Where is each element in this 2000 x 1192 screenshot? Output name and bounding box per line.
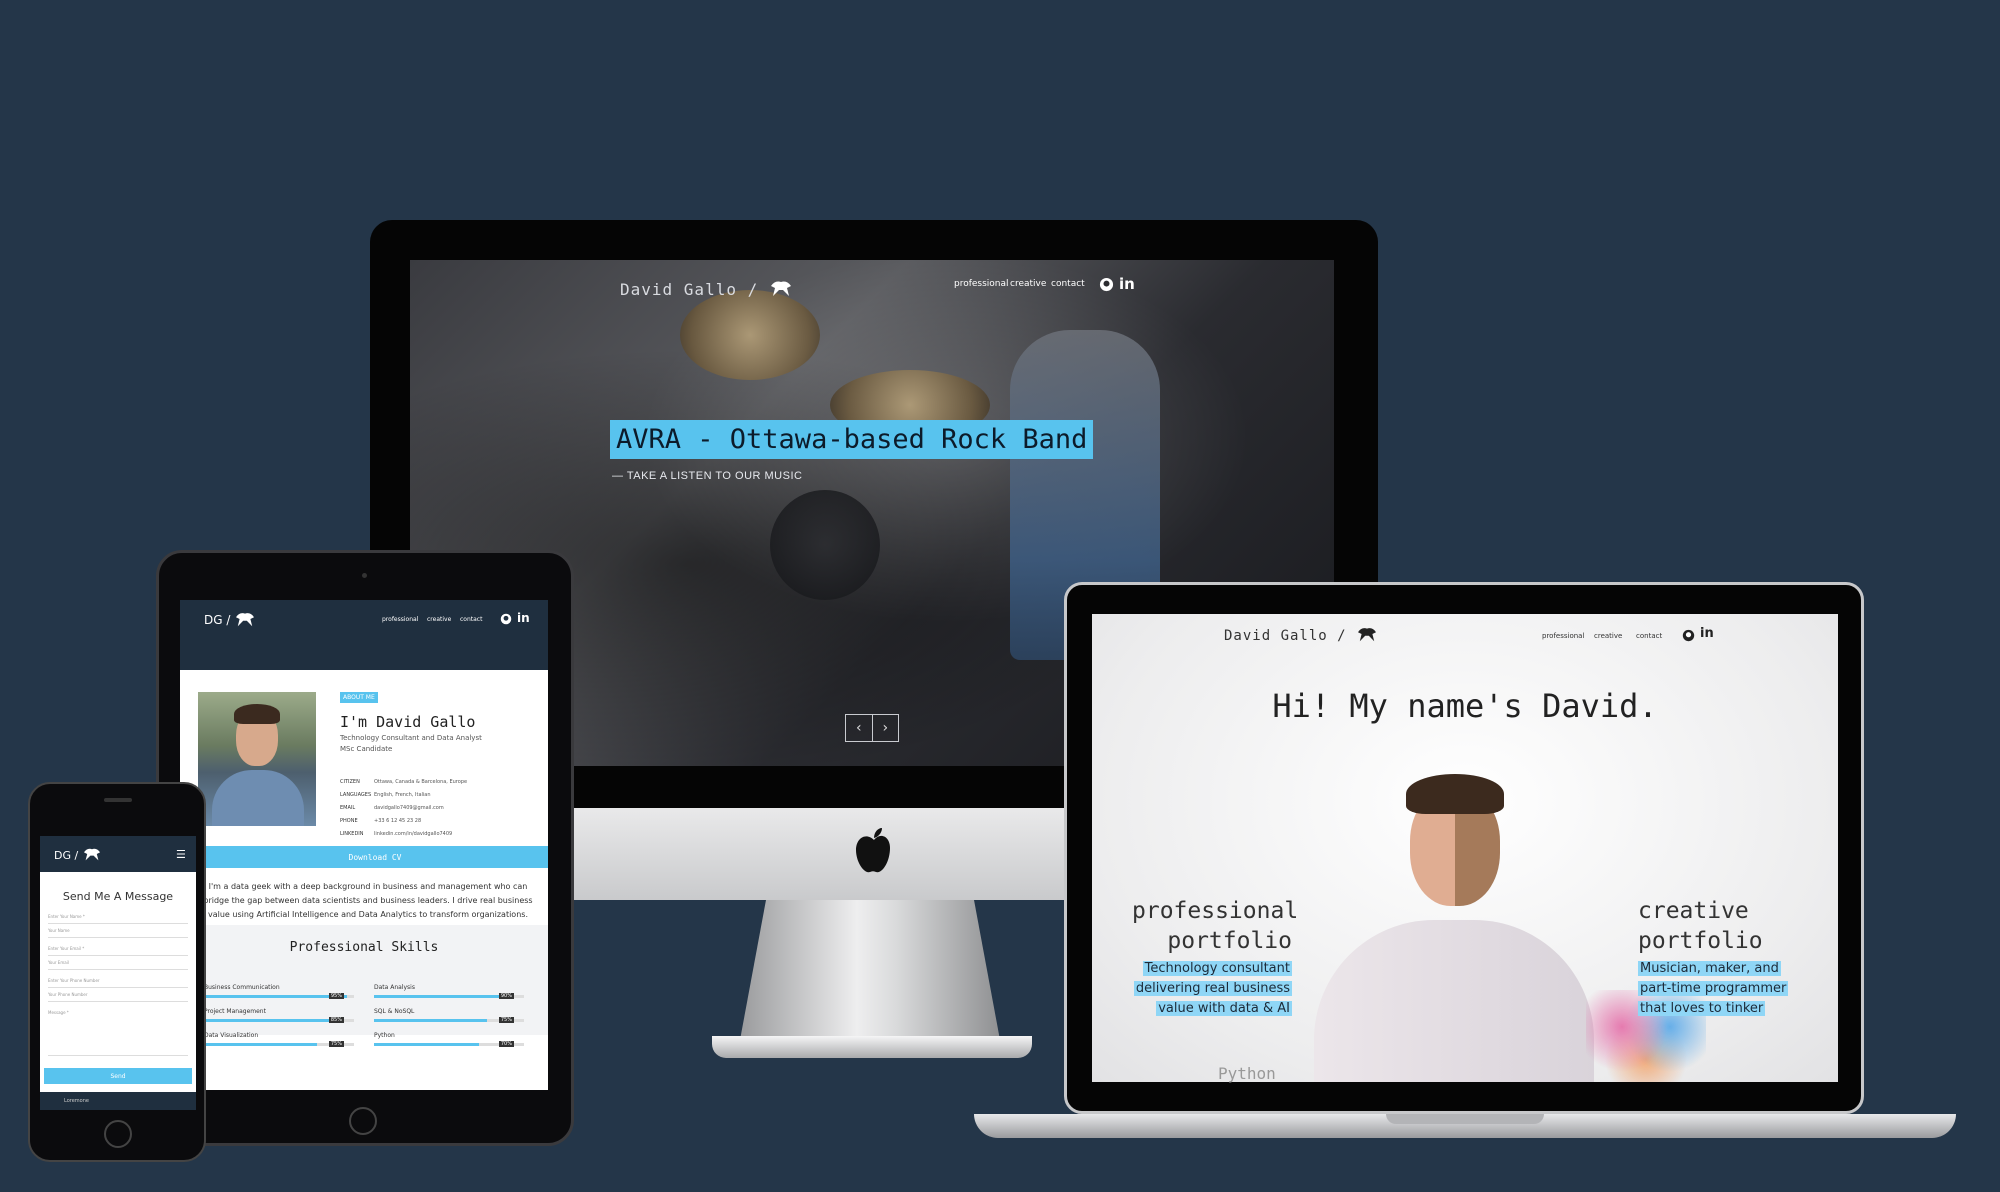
- linkedin-icon[interactable]: in: [517, 611, 530, 625]
- message-input[interactable]: Message *: [48, 1010, 188, 1056]
- phone-logo[interactable]: DG /: [54, 846, 102, 862]
- info-row: LINKEDIN linkedin.com/in/davidgallo7409: [340, 831, 453, 837]
- tablet-camera: [362, 573, 367, 578]
- skill-bar-fill: [374, 1019, 487, 1022]
- portrait-photo: [1314, 770, 1594, 1082]
- creative-portfolio-link[interactable]: creative portfolio: [1638, 896, 1798, 956]
- role-line-2: MSc Candidate: [340, 745, 393, 753]
- email-label: Enter Your Email *: [48, 946, 188, 956]
- tablet-nav-professional[interactable]: professional: [382, 616, 418, 623]
- creative-desc-line: Musician, maker, and: [1638, 961, 1781, 976]
- professional-description: Technology consultant delivering real bu…: [1130, 958, 1292, 1018]
- linkedin-icon[interactable]: in: [1700, 626, 1714, 641]
- info-row: EMAIL davidgallo7409@gmail.com: [340, 805, 444, 811]
- imac-logo-text: David Gallo /: [620, 280, 759, 299]
- name-label: Enter Your Name *: [48, 914, 188, 924]
- imac-base: [712, 1036, 1032, 1058]
- tablet-logo[interactable]: DG /: [204, 610, 256, 628]
- skill-bar-fill: [374, 1043, 479, 1046]
- code-overlay-text: Python: [1218, 1064, 1276, 1083]
- phone-speaker: [104, 798, 132, 802]
- info-list: CITIZEN Ottawa, Canada & Barcelona, Europ…: [340, 776, 467, 841]
- tablet-bio: I'm a data geek with a deep background i…: [203, 882, 533, 919]
- skill-item: Data Visualization 75%: [204, 1032, 354, 1047]
- laptop-logo-text: David Gallo /: [1224, 628, 1347, 644]
- phone-label: Enter Your Phone Number: [48, 978, 188, 988]
- slider-next-button[interactable]: ›: [873, 715, 899, 741]
- contact-form-title: Send Me A Message: [62, 890, 174, 903]
- phone-footer-text: Loremone: [64, 1098, 89, 1104]
- info-row: CITIZEN Ottawa, Canada & Barcelona, Europ…: [340, 779, 468, 785]
- tablet-nav-contact[interactable]: contact: [460, 616, 482, 623]
- laptop-nav-contact[interactable]: contact: [1636, 632, 1662, 640]
- professional-title-1: professional: [1132, 898, 1299, 924]
- phone-logo-text: DG /: [54, 849, 79, 862]
- github-icon[interactable]: [500, 613, 512, 625]
- skill-bar-fill: [204, 1043, 317, 1046]
- skill-bar-fill: [374, 995, 509, 998]
- creative-title-1: creative: [1638, 898, 1749, 924]
- professional-portfolio-link[interactable]: professional portfolio: [1132, 896, 1299, 956]
- tablet-home-button[interactable]: [349, 1107, 377, 1135]
- professional-title-2: portfolio: [1167, 928, 1292, 954]
- imac-nav-professional[interactable]: professional: [954, 279, 1009, 289]
- tablet-logo-text: DG /: [204, 613, 231, 627]
- send-button[interactable]: Send: [44, 1068, 192, 1084]
- skill-item: Python 70%: [374, 1032, 524, 1047]
- phone-home-button[interactable]: [104, 1120, 132, 1148]
- tablet-name: I'm David Gallo: [340, 713, 476, 731]
- info-row: PHONE +33 6 12 45 23 28: [340, 818, 422, 824]
- download-cv-button[interactable]: Download CV: [202, 846, 548, 868]
- skill-bar-fill: [204, 995, 347, 998]
- monkey-logo-icon: [236, 613, 255, 627]
- skills-title: Professional Skills: [289, 940, 439, 955]
- creative-title-2: portfolio: [1638, 928, 1763, 954]
- imac-stand: [740, 900, 1000, 1040]
- laptop-notch: [1386, 1114, 1544, 1124]
- github-icon[interactable]: [1099, 277, 1114, 292]
- phone-footer: Loremone: [40, 1092, 196, 1110]
- creative-desc-line: that loves to tinker: [1638, 1001, 1766, 1016]
- skill-item: SQL & NoSQL 75%: [374, 1008, 524, 1023]
- phone-input[interactable]: Your Phone Number: [48, 992, 188, 1002]
- imac-nav-creative[interactable]: creative: [1010, 279, 1046, 289]
- skill-bar-fill: [204, 1019, 332, 1022]
- skill-item: Data Analysis 90%: [374, 984, 524, 999]
- greeting-heading: Hi! My name's David.: [1272, 687, 1658, 725]
- info-row: LANGUAGES English, French, Italian: [340, 792, 431, 798]
- about-badge: ABOUT ME: [340, 692, 378, 703]
- github-icon[interactable]: [1682, 629, 1695, 642]
- imac-nav-contact[interactable]: contact: [1051, 279, 1085, 289]
- creative-description: Musician, maker, and part-time programme…: [1638, 958, 1808, 1018]
- email-input[interactable]: Your Email: [48, 960, 188, 970]
- hero-title: AVRA - Ottawa-based Rock Band: [610, 420, 1094, 459]
- professional-desc-line: value with data & AI: [1156, 1001, 1292, 1016]
- skill-item: Business Communication 95%: [204, 984, 354, 999]
- laptop-nav-creative[interactable]: creative: [1594, 632, 1622, 640]
- menu-icon[interactable]: ☰: [176, 848, 186, 861]
- profile-photo: [198, 692, 316, 826]
- laptop-nav-professional[interactable]: professional: [1542, 632, 1584, 640]
- imac-logo[interactable]: David Gallo /: [620, 278, 793, 299]
- professional-desc-line: Technology consultant: [1142, 961, 1292, 976]
- slider-prev-button[interactable]: ‹: [846, 715, 873, 741]
- linkedin-icon[interactable]: in: [1119, 275, 1135, 293]
- monkey-logo-icon: [83, 848, 100, 861]
- hero-subtitle[interactable]: — TAKE A LISTEN TO OUR MUSIC: [612, 470, 802, 482]
- professional-desc-line: delivering real business: [1133, 981, 1292, 996]
- monkey-logo-icon: [770, 281, 791, 296]
- tablet-role: Technology Consultant and Data Analyst M…: [340, 733, 482, 755]
- name-input[interactable]: Your Name: [48, 928, 188, 938]
- tablet-nav-creative[interactable]: creative: [427, 616, 451, 623]
- slider-controls: ‹ ›: [845, 714, 899, 742]
- monkey-logo-icon: [1358, 628, 1377, 642]
- creative-desc-line: part-time programmer: [1638, 981, 1789, 996]
- apple-logo-icon: [856, 828, 890, 873]
- skill-item: Project Management 85%: [204, 1008, 354, 1023]
- role-line-1: Technology Consultant and Data Analyst: [340, 734, 482, 742]
- laptop-logo[interactable]: David Gallo /: [1224, 625, 1378, 644]
